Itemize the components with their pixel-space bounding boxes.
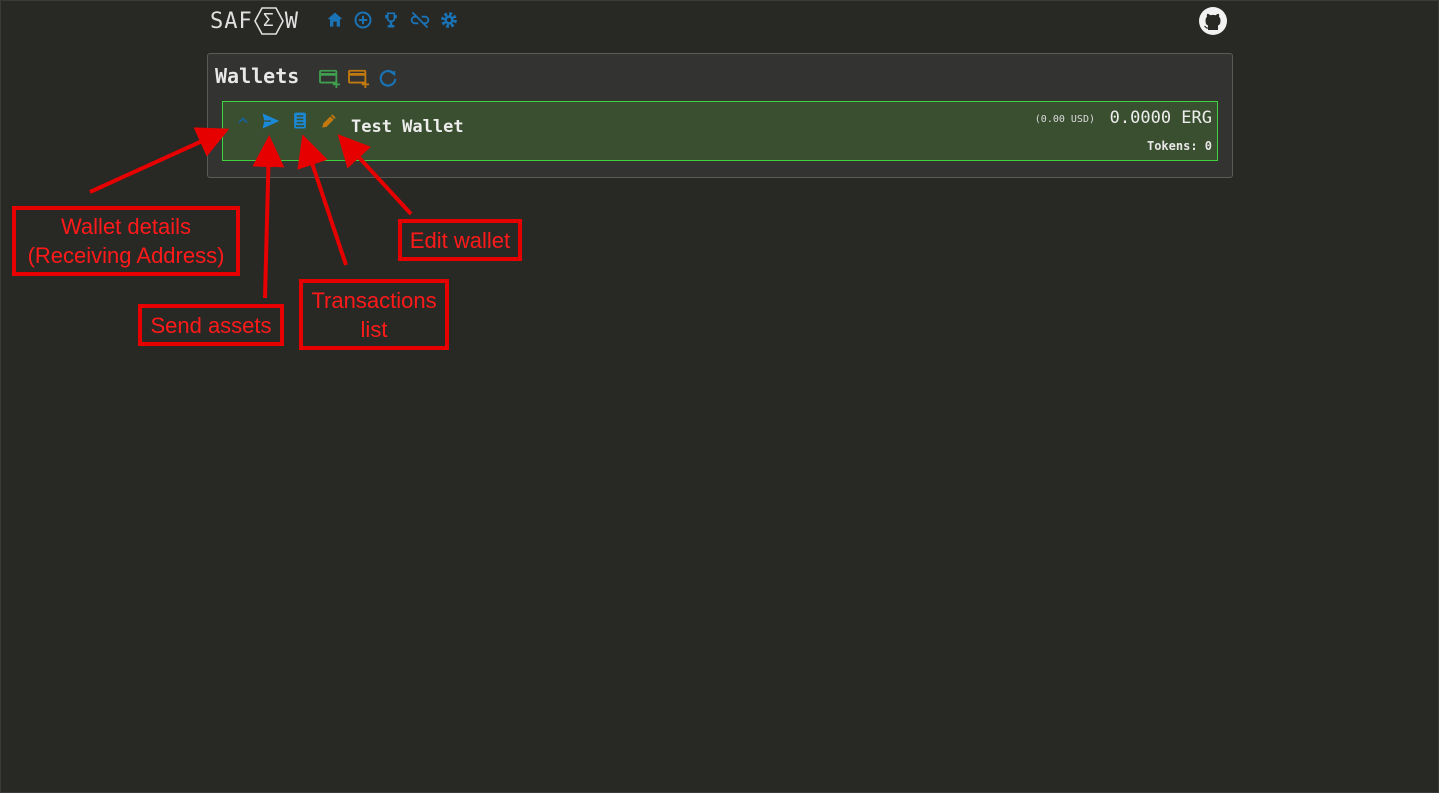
callout-wallet-details: Wallet details (Receiving Address) — [12, 206, 240, 276]
callout-edit-wallet-text: Edit wallet — [409, 227, 511, 253]
callout-send-assets-text: Send assets — [150, 312, 272, 338]
callout-transactions-list: Transactions list — [299, 279, 449, 350]
arrow-transactions — [297, 134, 348, 266]
callout-edit-wallet: Edit wallet — [398, 219, 522, 261]
arrow-edit-wallet — [337, 134, 413, 216]
arrow-send-assets — [252, 135, 285, 299]
callout-transactions-line1: Transactions — [311, 287, 437, 313]
arrow-wallet-details — [89, 127, 230, 194]
annotation-arrows — [89, 127, 413, 299]
callout-wallet-details-line1: Wallet details — [60, 214, 191, 239]
callout-wallet-details-line2: (Receiving Address) — [27, 243, 225, 268]
callout-send-assets: Send assets — [138, 304, 284, 346]
callout-transactions-line2: list — [360, 316, 388, 342]
